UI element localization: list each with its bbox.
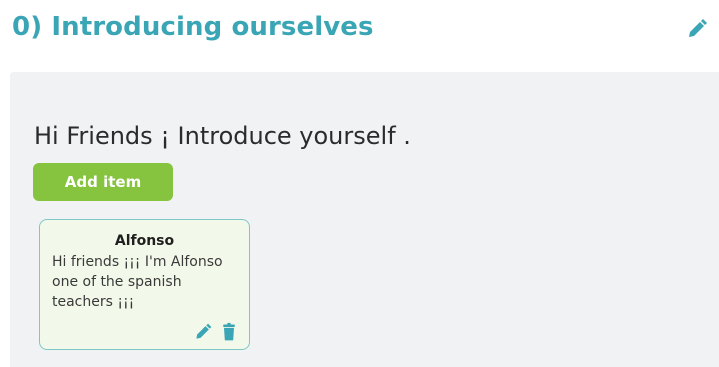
items-panel: Hi Friends ¡ Introduce yourself . Add it…: [10, 72, 719, 367]
list-item[interactable]: Alfonso Hi friends ¡¡¡ I'm Alfonso one o…: [39, 219, 250, 350]
pencil-icon: [689, 19, 707, 37]
section-header: 0) Introducing ourselves: [0, 0, 719, 62]
pencil-icon: [196, 323, 212, 339]
panel-heading: Hi Friends ¡ Introduce yourself .: [34, 122, 411, 150]
add-item-button[interactable]: Add item: [33, 163, 173, 201]
trash-icon: [223, 322, 235, 341]
item-author: Alfonso: [114, 233, 175, 249]
delete-item-button[interactable]: [219, 322, 239, 342]
edit-item-button[interactable]: [193, 322, 213, 342]
edit-section-button[interactable]: [685, 17, 709, 41]
item-text: Hi friends ¡¡¡ I'm Alfonso one of the sp…: [52, 254, 223, 310]
section-title: 0) Introducing ourselves: [12, 12, 374, 42]
item-actions: [193, 322, 239, 342]
